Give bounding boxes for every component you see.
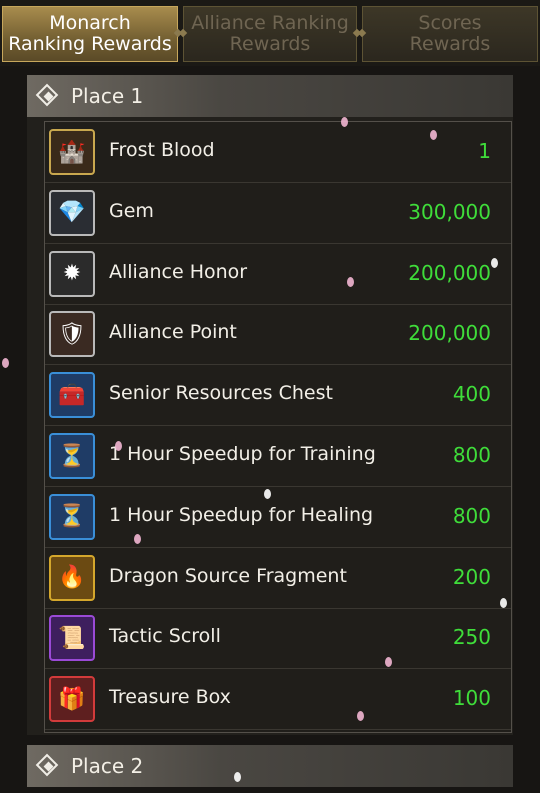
- speedup-training-icon[interactable]: ⏳: [49, 433, 95, 479]
- tab-label: Alliance Ranking Rewards: [191, 13, 349, 55]
- petal-decoration: [430, 130, 437, 140]
- reward-name: Gem: [109, 199, 154, 222]
- resources-chest-icon[interactable]: 🧰: [49, 372, 95, 419]
- reward-name: Alliance Honor: [109, 260, 248, 283]
- speedup-healing-icon[interactable]: ⏳: [49, 493, 95, 540]
- petal-decoration: [491, 258, 498, 268]
- tab-ornament: [178, 28, 188, 38]
- tab-label-line: Rewards: [229, 33, 311, 55]
- petal-decoration: [357, 711, 364, 721]
- place-2-header[interactable]: Place 2: [27, 745, 513, 787]
- reward-amount: 200: [452, 564, 491, 589]
- tab-monarch-ranking-rewards[interactable]: Monarch Ranking Rewards: [2, 6, 183, 62]
- reward-row: 🏰 Frost Blood 1: [45, 122, 511, 183]
- tab-alliance-ranking-rewards[interactable]: Alliance Ranking Rewards: [178, 6, 362, 62]
- reward-amount: 1: [478, 139, 491, 163]
- tactic-scroll-icon[interactable]: 📜: [49, 615, 95, 662]
- reward-amount: 300,000: [408, 199, 491, 224]
- reward-amount: 400: [452, 382, 491, 407]
- alliance-point-icon[interactable]: 🛡: [49, 311, 95, 358]
- tab-label: Monarch Ranking Rewards: [8, 13, 172, 55]
- reward-name: Tactic Scroll: [109, 625, 221, 648]
- petal-decoration: [347, 277, 354, 287]
- petal-decoration: [234, 772, 241, 782]
- reward-amount: 200,000: [408, 321, 491, 346]
- diamond-icon: [35, 83, 59, 107]
- tab-label-line: Monarch: [49, 12, 131, 34]
- alliance-honor-icon[interactable]: ✹: [49, 250, 95, 297]
- tab-ornament: [357, 28, 367, 38]
- petal-decoration: [134, 534, 141, 544]
- gem-icon[interactable]: 💎: [49, 189, 95, 236]
- tab-label: Scores Rewards: [410, 13, 491, 55]
- tab-label-line: Alliance Ranking: [191, 12, 349, 34]
- reward-name: Frost Blood: [109, 139, 215, 161]
- reward-amount: 800: [452, 443, 491, 467]
- diamond-icon: [35, 753, 59, 777]
- dragon-fragment-icon[interactable]: 🔥: [49, 554, 95, 601]
- reward-row: 🛡 Alliance Point 200,000: [45, 304, 511, 366]
- reward-name: Treasure Box: [109, 686, 231, 709]
- reward-row: 🎁 Treasure Box 100: [45, 669, 511, 731]
- reward-amount: 100: [452, 686, 491, 711]
- petal-decoration: [264, 489, 271, 499]
- reward-amount: 250: [452, 625, 491, 650]
- frost-blood-icon[interactable]: 🏰: [49, 129, 95, 175]
- place-title: Place 1: [71, 84, 144, 108]
- reward-list: 🏰 Frost Blood 1 💎 Gem 300,000 ✹ Alliance Honor 2…: [44, 121, 512, 733]
- reward-row: ⏳ 1 Hour Speedup for Training 800: [45, 426, 511, 487]
- reward-row: 💎 Gem 300,000: [45, 183, 511, 244]
- petal-decoration: [385, 657, 392, 667]
- reward-amount: 200,000: [408, 260, 491, 285]
- reward-row: ⏳ 1 Hour Speedup for Healing 800: [45, 487, 511, 548]
- reward-name: Dragon Source Fragment: [109, 564, 347, 587]
- reward-amount: 800: [452, 503, 491, 528]
- treasure-box-icon[interactable]: 🎁: [49, 676, 95, 723]
- reward-name: 1 Hour Speedup for Healing: [109, 503, 374, 526]
- tab-scores-rewards[interactable]: Scores Rewards: [357, 6, 538, 62]
- tab-label-line: Rewards: [409, 33, 491, 55]
- place-1-header[interactable]: Place 1: [27, 75, 513, 117]
- reward-name: Senior Resources Chest: [109, 382, 333, 405]
- reward-row: 🔥 Dragon Source Fragment 200: [45, 548, 511, 609]
- petal-decoration: [115, 441, 122, 451]
- reward-name: 1 Hour Speedup for Training: [109, 443, 376, 465]
- reward-row: 📜 Tactic Scroll 250: [45, 608, 511, 670]
- tab-label-line: Scores: [418, 12, 482, 34]
- tab-label-line: Ranking Rewards: [8, 33, 172, 55]
- reward-row: ✹ Alliance Honor 200,000: [45, 244, 511, 305]
- reward-tabs: Monarch Ranking Rewards Alliance Ranking…: [0, 0, 540, 66]
- reward-row: 🧰 Senior Resources Chest 400: [45, 365, 511, 427]
- reward-name: Alliance Point: [109, 321, 237, 344]
- place-title: Place 2: [71, 754, 144, 778]
- petal-decoration: [500, 598, 507, 608]
- petal-decoration: [341, 117, 348, 127]
- petal-decoration: [2, 358, 9, 368]
- place-1-panel: Place 1 🏰 Frost Blood 1 💎 Gem 300,000 ✹ Allianc…: [27, 75, 513, 735]
